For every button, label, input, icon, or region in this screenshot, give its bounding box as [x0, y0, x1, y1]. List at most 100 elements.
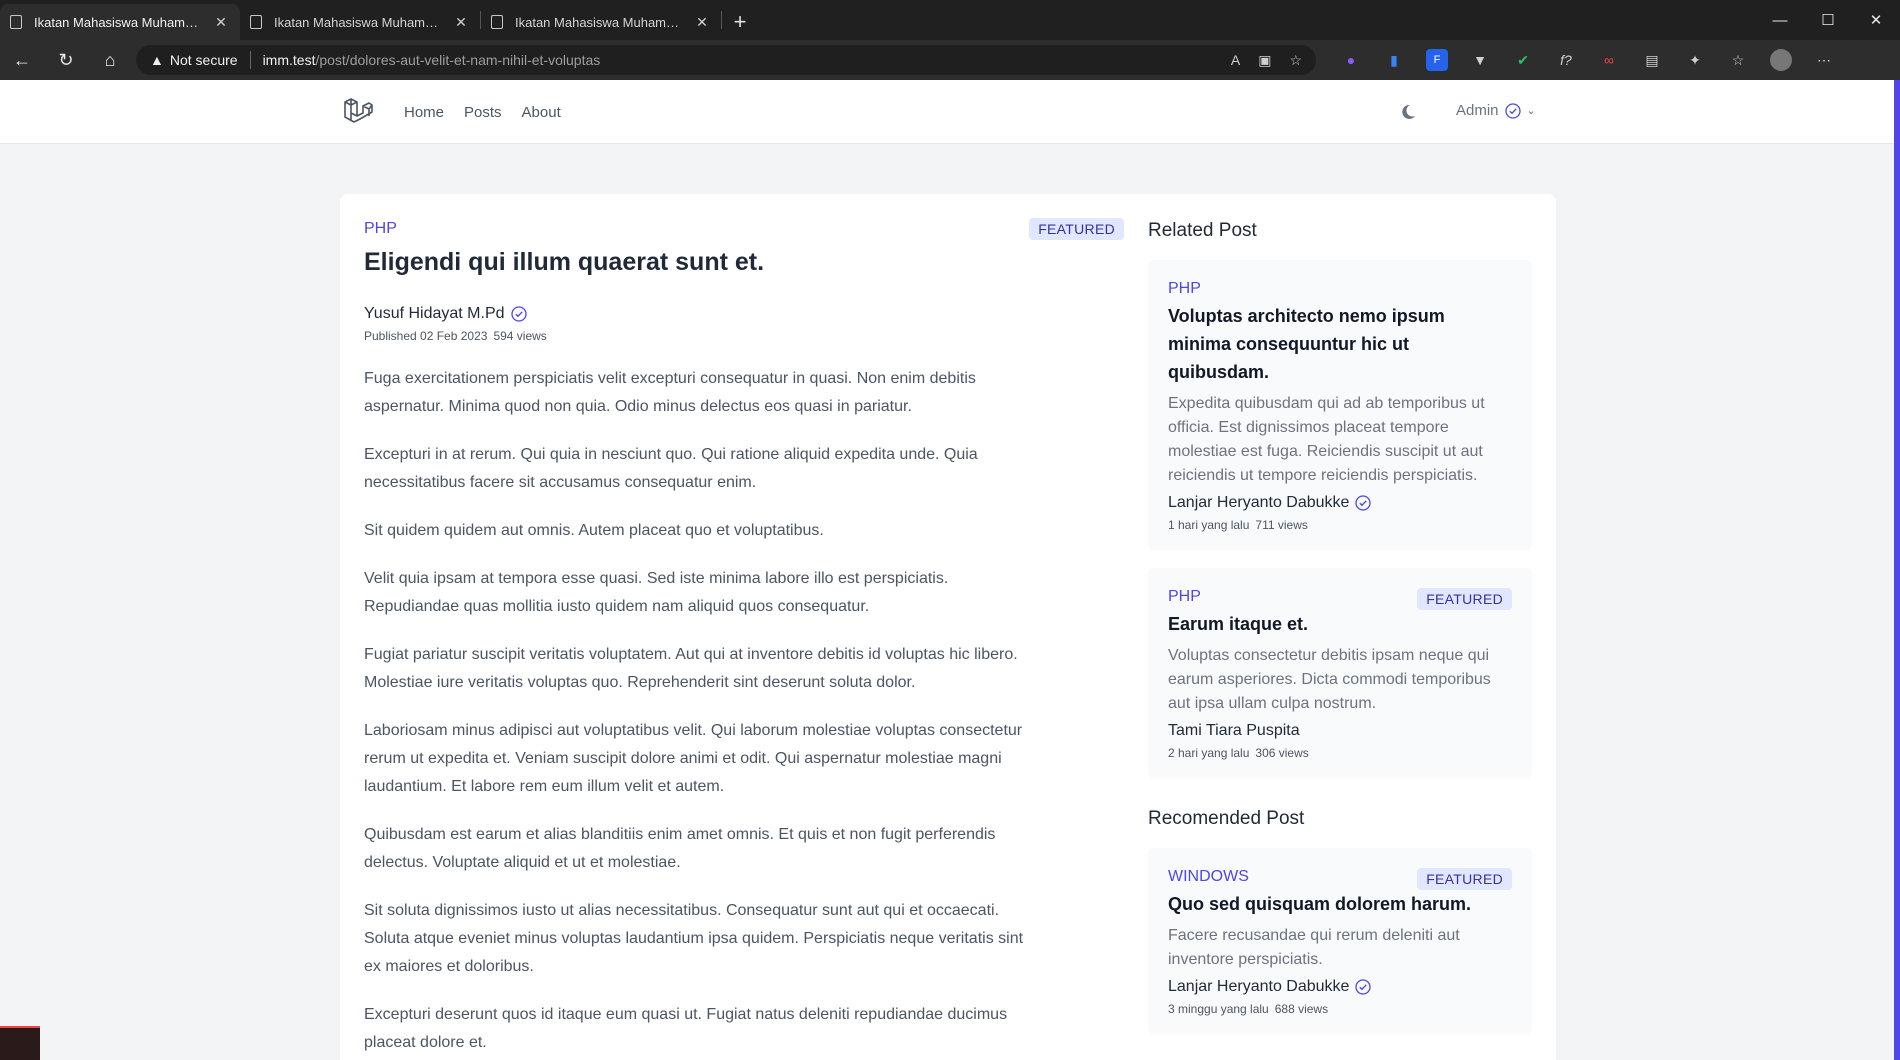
- extension-icon[interactable]: F: [1426, 49, 1448, 71]
- post-category[interactable]: PHP: [364, 220, 1124, 238]
- close-window-icon[interactable]: ✕: [1852, 0, 1900, 40]
- extension-icon[interactable]: ∞: [1598, 49, 1620, 71]
- related-excerpt: Expedita quibusdam qui ad ab temporibus …: [1168, 395, 1485, 484]
- extension-icon[interactable]: ▤: [1641, 49, 1663, 71]
- extension-icon[interactable]: f?: [1555, 49, 1577, 71]
- recommended-heading: Recomended Post: [1148, 808, 1305, 829]
- view-count: 688 views: [1274, 1002, 1329, 1016]
- featured-badge: FEATURED: [1417, 868, 1512, 890]
- related-title[interactable]: Earum itaque et.: [1168, 610, 1512, 638]
- back-icon[interactable]: ←: [0, 40, 44, 80]
- close-tab-icon[interactable]: ✕: [212, 14, 230, 31]
- nav-home[interactable]: Home: [404, 104, 444, 121]
- extension-icon[interactable]: ▮: [1383, 49, 1405, 71]
- close-tab-icon[interactable]: ✕: [693, 14, 711, 31]
- browser-tab-3[interactable]: Ikatan Mahasiswa Muhammadiyah ✕: [481, 4, 721, 40]
- view-count: 594 views: [493, 329, 547, 343]
- extension-icon[interactable]: ●: [1340, 49, 1362, 71]
- related-meta: 2 hari yang lalu 306 views: [1168, 746, 1512, 760]
- browser-tab-2[interactable]: Ikatan Mahasiswa Muhammadiyah ✕: [240, 4, 480, 40]
- home-icon[interactable]: ⌂: [88, 40, 132, 80]
- author-name[interactable]: Lanjar Heryanto Dabukke: [1168, 978, 1349, 996]
- relative-time: 1 hari yang lalu: [1168, 518, 1250, 532]
- tab-title: Ikatan Mahasiswa Muhammadiyah: [274, 14, 446, 30]
- debugbar-toggle-icon[interactable]: [0, 1026, 40, 1060]
- recommended-excerpt: Facere recusandae qui rerum deleniti aut…: [1168, 927, 1460, 968]
- related-meta: 1 hari yang lalu 711 views: [1168, 518, 1512, 532]
- app-available-icon[interactable]: ▣: [1258, 52, 1271, 69]
- favorite-add-icon[interactable]: ☆: [1289, 52, 1302, 69]
- relative-time: 3 minggu yang lalu: [1168, 1002, 1269, 1016]
- sidebar: Related Post PHP Voluptas architecto nem…: [1148, 220, 1532, 1034]
- paragraph: Velit quia ipsam at tempora esse quasi. …: [364, 570, 949, 615]
- refresh-icon[interactable]: ↻: [44, 40, 88, 80]
- favorites-icon[interactable]: ☆: [1727, 49, 1749, 71]
- post-author: Yusuf Hidayat M.Pd: [364, 305, 1124, 323]
- view-count: 306 views: [1255, 746, 1309, 760]
- tab-title: Ikatan Mahasiswa Muhammadiyah: [34, 14, 206, 30]
- extension-icon[interactable]: ✔: [1512, 49, 1534, 71]
- tab-strip: Ikatan Mahasiswa Muhammadiyah ✕ Ikatan M…: [0, 0, 1900, 40]
- user-menu[interactable]: Admin ⌄: [1456, 102, 1536, 119]
- recommended-post-card[interactable]: WINDOWS FEATURED Quo sed quisquam dolore…: [1148, 848, 1532, 1034]
- paragraph: Fuga exercitationem perspiciatis velit e…: [364, 370, 976, 415]
- paragraph: Laboriosam minus adipisci aut voluptatib…: [364, 722, 1023, 795]
- window-controls: — ☐ ✕: [1756, 0, 1900, 40]
- maximize-icon[interactable]: ☐: [1804, 0, 1852, 40]
- related-title[interactable]: Voluptas architecto nemo ipsum minima co…: [1168, 302, 1512, 386]
- document-icon: [10, 15, 22, 29]
- scrollbar[interactable]: [1894, 80, 1900, 1060]
- related-author: Tami Tiara Puspita: [1168, 722, 1512, 740]
- verified-check-icon: [1504, 102, 1521, 119]
- main-menu: Home Posts About: [404, 104, 561, 121]
- related-post-card[interactable]: PHP FEATURED Earum itaque et. Voluptas c…: [1148, 568, 1532, 778]
- author-name[interactable]: Lanjar Heryanto Dabukke: [1168, 494, 1349, 512]
- nav-about[interactable]: About: [522, 104, 561, 121]
- recommended-meta: 3 minggu yang lalu 688 views: [1168, 1002, 1512, 1016]
- recommended-title[interactable]: Quo sed quisquam dolorem harum.: [1168, 890, 1512, 918]
- address-bar[interactable]: ▲ Not secure imm.test/post/dolores-aut-v…: [136, 45, 1316, 75]
- address-divider: [249, 51, 251, 69]
- extensions-bar: ● ▮ F ▼ ✔ f? ∞ ▤ ✦ ☆ ⋯: [1340, 49, 1835, 71]
- read-aloud-icon[interactable]: A: [1231, 52, 1240, 69]
- dark-mode-moon-icon[interactable]: [1401, 102, 1421, 122]
- nav-posts[interactable]: Posts: [464, 104, 502, 121]
- address-actions: A ▣ ☆: [1231, 52, 1302, 69]
- related-excerpt: Voluptas consectetur debitis ipsam neque…: [1168, 647, 1491, 712]
- related-author: Lanjar Heryanto Dabukke: [1168, 494, 1512, 512]
- paragraph: Quibusdam est earum et alias blanditiis …: [364, 826, 996, 871]
- browser-toolbar: ← ↻ ⌂ ▲ Not secure imm.test/post/dolores…: [0, 40, 1900, 80]
- extensions-icon[interactable]: ✦: [1684, 49, 1706, 71]
- verified-check-icon: [1355, 979, 1372, 995]
- browser-chrome: Ikatan Mahasiswa Muhammadiyah ✕ Ikatan M…: [0, 0, 1900, 80]
- post-title: Eligendi qui illum quaerat sunt et.: [364, 248, 765, 276]
- verified-check-icon: [510, 306, 527, 322]
- security-label[interactable]: Not secure: [170, 52, 238, 68]
- document-icon: [250, 15, 262, 29]
- document-icon: [491, 15, 503, 29]
- paragraph: Excepturi deserunt quos id itaque eum qu…: [364, 1006, 1008, 1051]
- related-post-card[interactable]: PHP Voluptas architecto nemo ipsum minim…: [1148, 260, 1532, 550]
- close-tab-icon[interactable]: ✕: [452, 14, 470, 31]
- browser-tab-1[interactable]: Ikatan Mahasiswa Muhammadiyah ✕: [0, 4, 240, 40]
- new-tab-button[interactable]: +: [722, 4, 758, 40]
- laravel-logo-icon[interactable]: [342, 96, 374, 128]
- post-card: PHP FEATURED Eligendi qui illum quaerat …: [340, 194, 1556, 1060]
- profile-avatar[interactable]: [1770, 49, 1792, 71]
- web-page: Home Posts About Admin ⌄ PHP FEATURED El…: [0, 80, 1900, 1060]
- featured-badge: FEATURED: [1029, 218, 1124, 240]
- paragraph: Excepturi in at rerum. Qui quia in nesci…: [364, 446, 978, 491]
- author-name[interactable]: Tami Tiara Puspita: [1168, 722, 1300, 740]
- user-name: Admin: [1456, 102, 1499, 119]
- minimize-icon[interactable]: —: [1756, 0, 1804, 40]
- verified-check-icon: [1355, 495, 1372, 511]
- author-name[interactable]: Yusuf Hidayat M.Pd: [364, 305, 505, 323]
- related-heading: Related Post: [1148, 220, 1257, 241]
- featured-badge: FEATURED: [1417, 588, 1512, 610]
- extension-icon[interactable]: ▼: [1469, 49, 1491, 71]
- article: PHP FEATURED Eligendi qui illum quaerat …: [364, 218, 1124, 1060]
- published-date: Published 02 Feb 2023: [364, 329, 488, 343]
- tab-title: Ikatan Mahasiswa Muhammadiyah: [515, 14, 687, 30]
- related-category[interactable]: PHP: [1168, 280, 1512, 298]
- more-icon[interactable]: ⋯: [1813, 49, 1835, 71]
